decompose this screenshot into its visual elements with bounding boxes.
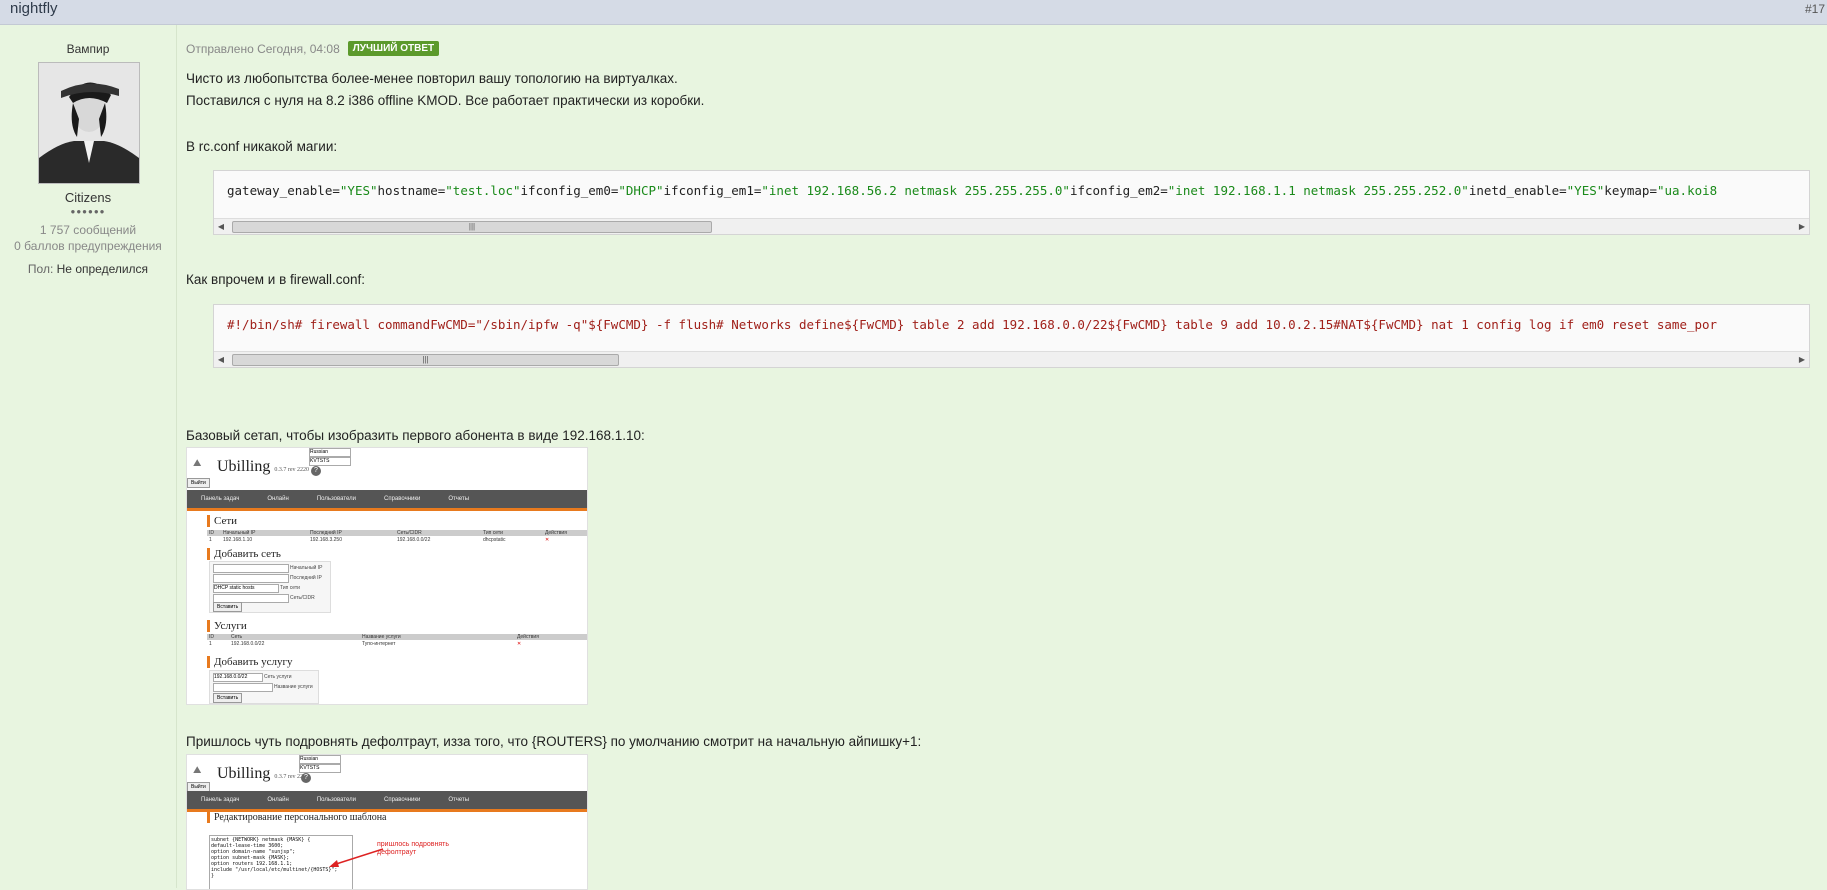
services-header-row: ID Сеть Название услуги Действия <box>207 634 587 640</box>
post-number-link[interactable]: #17 <box>1805 2 1825 16</box>
firewall-caption: Как впрочем и в firewall.conf: <box>186 272 366 287</box>
services-heading: Услуги <box>207 620 247 632</box>
post-count: 1 757 сообщений <box>39 223 137 237</box>
language-select: Russian <box>309 448 351 457</box>
ubilling-logo: Ubilling 0.3.7 rev 2220 <box>217 458 310 475</box>
ubilling-nav: Панель задач Онлайн Пользователи Справочник… <box>187 490 587 511</box>
user-group: Citizens <box>64 190 112 205</box>
scroll-left-icon[interactable]: ◀ <box>214 219 228 234</box>
annotation-note: пришлось подровнять дефолтраут <box>377 841 449 856</box>
best-answer-badge: ЛУЧШИЙ ОТВЕТ <box>347 41 440 56</box>
add-service-heading: Добавить услугу <box>207 656 293 668</box>
ubilling-logo: Ubilling 0.3.7 rev 2220 <box>217 765 310 782</box>
scroll-right-icon[interactable]: ▶ <box>1795 352 1809 367</box>
avatar-image <box>39 63 139 183</box>
avatar[interactable] <box>38 62 140 184</box>
warning-points: 0 баллов предупреждения <box>14 239 162 253</box>
post-text-line-1: Чисто из любопытства более-менее повтори… <box>186 71 678 86</box>
post-meta: Отправлено Сегодня, 04:08 ЛУЧШИЙ ОТВЕТ <box>186 41 440 56</box>
firewall-code-block[interactable]: #!/bin/sh# firewall commandFwCMD="/sbin/… <box>213 304 1810 368</box>
language-select: Russian <box>299 755 341 764</box>
post-date: Отправлено Сегодня, 04:08 <box>186 41 340 56</box>
scroll-right-icon[interactable]: ▶ <box>1795 219 1809 234</box>
annotation-arrow-icon <box>329 848 384 867</box>
services-table-row: 1 192.168.0.0/22 Тупо-интернет ✕ <box>209 641 522 647</box>
add-network-form: Начальный IP Последний IP DHCP static ho… <box>209 561 331 613</box>
rcconf-code-line: gateway_enable="YES"hostname="test.loc"i… <box>227 183 1718 198</box>
networks-header-row: ID Начальный IP Последний IP Сеть/CIDR Т… <box>207 530 587 536</box>
edit-template-heading: Редактирование персонального шаблона <box>207 812 387 823</box>
post-header-bar: nightfly #17 <box>0 0 1827 25</box>
help-icon: ? <box>301 773 311 783</box>
setup-caption: Базовый сетап, чтобы изобразить первого … <box>186 428 645 443</box>
skin-select: KVTSTS <box>299 764 341 773</box>
delete-icon: ✕ <box>545 537 550 543</box>
gender-label: Пол: <box>27 262 54 276</box>
scroll-left-icon[interactable]: ◀ <box>214 352 228 367</box>
rcconf-code-block[interactable]: gateway_enable="YES"hostname="test.loc"i… <box>213 170 1810 235</box>
gender-value: Не определился <box>56 262 149 276</box>
ubilling-logo-icon: ⛰ <box>193 458 202 469</box>
user-title: Вампир <box>66 42 110 56</box>
defroute-caption: Пришлось чуть подровнять дефолтраут, изз… <box>186 734 922 749</box>
firewall-code-line: #!/bin/sh# firewall commandFwCMD="/sbin/… <box>227 317 1718 332</box>
networks-table-row: 1 192.168.1.10 192.168.3.250 192.168.0.0… <box>209 537 550 543</box>
horizontal-scrollbar[interactable]: ◀ ||| ▶ <box>214 218 1809 234</box>
skin-select: KVTSTS <box>309 457 351 466</box>
rank-pips: ●●●●●● <box>70 207 106 216</box>
post-author-name[interactable]: nightfly <box>10 0 58 17</box>
add-service-form: 192.168.0.0/22 Сеть услуги Название услуг… <box>209 670 319 704</box>
ubilling-nav: Панель задач Онлайн Пользователи Справочник… <box>187 791 587 812</box>
ubilling-networks-screenshot[interactable]: ⛰ Ubilling 0.3.7 rev 2220 Russian KVTSTS… <box>186 447 588 705</box>
gender-info: Пол: Не определился <box>0 262 176 276</box>
scroll-thumb[interactable]: ||| <box>232 221 712 233</box>
scroll-thumb[interactable]: ||| <box>232 354 619 366</box>
rcconf-caption: В rc.conf никакой магии: <box>186 139 338 154</box>
networks-heading: Сети <box>207 515 237 527</box>
ubilling-template-screenshot[interactable]: ⛰ Ubilling 0.3.7 rev 2220 Russian KVTSTS… <box>186 754 588 890</box>
add-network-heading: Добавить сеть <box>207 548 281 560</box>
ubilling-logo-icon: ⛰ <box>193 765 202 776</box>
delete-icon: ✕ <box>517 641 522 647</box>
logout-button: Выйти <box>187 478 210 488</box>
post-text-line-2: Поставился с нуля на 8.2 i386 offline KM… <box>186 93 705 108</box>
horizontal-scrollbar[interactable]: ◀ ||| ▶ <box>214 351 1809 367</box>
help-icon: ? <box>311 466 321 476</box>
